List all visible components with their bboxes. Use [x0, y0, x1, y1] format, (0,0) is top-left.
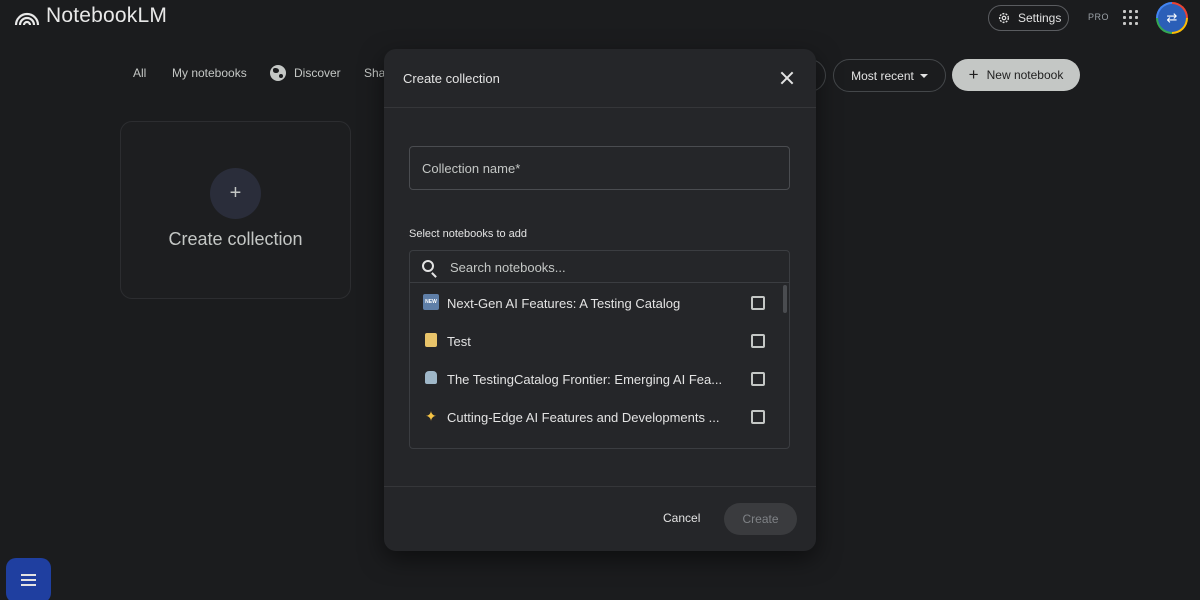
list-item[interactable]: ✦ Cutting-Edge AI Features and Developme… [410, 399, 789, 437]
notebook-list: NEW Next-Gen AI Features: A Testing Cata… [409, 250, 790, 449]
notebook-checkbox[interactable] [751, 410, 765, 424]
avatar[interactable]: ⇄ [1156, 2, 1188, 34]
create-button[interactable]: Create [724, 503, 797, 535]
switch-account-icon: ⇄ [1158, 4, 1186, 32]
notebook-checkbox[interactable] [751, 296, 765, 310]
notebook-title: Cutting-Edge AI Features and Development… [447, 410, 720, 425]
new-badge-icon: NEW [423, 294, 439, 310]
add-icon: + [210, 168, 261, 219]
sort-dropdown[interactable]: Most recent [833, 59, 946, 92]
gear-icon [998, 12, 1010, 24]
create-collection-card[interactable]: + Create collection [120, 121, 351, 299]
notebooklm-logo-icon [14, 12, 40, 26]
scrollbar[interactable] [783, 285, 787, 313]
select-notebooks-label: Select notebooks to add [409, 228, 528, 240]
list-item[interactable]: Test [410, 323, 789, 361]
notebook-checkbox[interactable] [751, 372, 765, 386]
new-notebook-label: New notebook [986, 68, 1064, 82]
notebook-search [410, 251, 789, 283]
collection-name-field[interactable] [409, 146, 790, 190]
create-collection-dialog: Create collection Select notebooks to ad… [384, 49, 816, 551]
app-name: NotebookLM [46, 4, 168, 27]
globe-icon [270, 65, 286, 81]
settings-button[interactable]: Settings [988, 5, 1069, 31]
search-icon [422, 260, 434, 272]
list-item[interactable]: The TestingCatalog Frontier: Emerging AI… [410, 361, 789, 399]
cancel-button[interactable]: Cancel [663, 511, 700, 525]
pro-badge: PRO [1088, 12, 1110, 22]
tab-discover-label: Discover [294, 66, 341, 80]
new-notebook-button[interactable]: + New notebook [952, 59, 1080, 91]
notebook-checkbox[interactable] [751, 334, 765, 348]
close-icon[interactable] [777, 68, 797, 88]
top-bar: NotebookLM Settings PRO ⇄ [0, 0, 1200, 36]
app-logo[interactable]: NotebookLM [14, 4, 167, 28]
notebook-title: The TestingCatalog Frontier: Emerging AI… [447, 372, 723, 387]
menu-button[interactable] [6, 558, 51, 600]
robot-icon [425, 371, 437, 384]
dialog-title: Create collection [403, 71, 500, 86]
notebook-title: Test [447, 334, 471, 349]
search-input[interactable] [450, 257, 770, 277]
google-apps-icon[interactable] [1123, 10, 1138, 25]
note-icon [425, 333, 437, 347]
settings-label: Settings [1018, 11, 1062, 25]
create-collection-label: Create collection [168, 229, 303, 249]
tab-discover[interactable]: Discover [270, 65, 341, 81]
list-item[interactable]: NEW Next-Gen AI Features: A Testing Cata… [410, 285, 789, 323]
tab-all[interactable]: All [133, 66, 146, 80]
tab-my-notebooks[interactable]: My notebooks [172, 66, 247, 80]
notebook-title: Next-Gen AI Features: A Testing Catalog [447, 296, 681, 311]
sparkles-icon: ✦ [425, 408, 437, 424]
chevron-down-icon [919, 73, 928, 78]
plus-icon: + [968, 64, 979, 84]
sort-label: Most recent [851, 68, 914, 83]
divider [384, 107, 816, 108]
divider [384, 486, 816, 487]
